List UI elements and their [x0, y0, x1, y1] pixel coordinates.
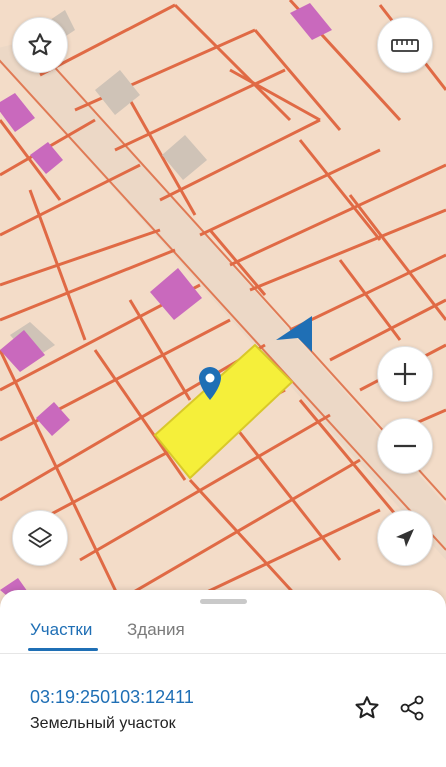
layers-icon: [28, 527, 52, 548]
ruler-button[interactable]: [377, 17, 433, 73]
favorite-button[interactable]: [12, 17, 68, 73]
sheet-grabber[interactable]: [200, 599, 247, 604]
tab-buildings[interactable]: Здания: [127, 620, 185, 640]
locate-button[interactable]: [377, 510, 433, 566]
active-tab-indicator: [28, 648, 98, 651]
tab-bar: Участки Здания: [0, 608, 446, 654]
tab-parcels[interactable]: Участки: [30, 620, 92, 640]
plus-icon: [394, 363, 416, 385]
share-icon: [400, 695, 424, 721]
navigation-arrow-icon: [396, 529, 414, 547]
minus-icon: [394, 444, 416, 448]
add-favorite-button[interactable]: [351, 692, 383, 724]
share-button[interactable]: [396, 692, 428, 724]
bottom-sheet[interactable]: Участки Здания 03:19:250103:12411 Земель…: [0, 590, 446, 767]
parcel-cadastral-number[interactable]: 03:19:250103:12411: [30, 687, 194, 708]
star-icon: [28, 33, 52, 56]
ruler-icon: [391, 39, 419, 52]
star-outline-icon: [355, 696, 379, 719]
parcel-type-label: Земельный участок: [30, 715, 176, 732]
zoom-out-button[interactable]: [377, 418, 433, 474]
zoom-in-button[interactable]: [377, 346, 433, 402]
cadastral-map[interactable]: [0, 0, 446, 600]
layers-button[interactable]: [12, 510, 68, 566]
